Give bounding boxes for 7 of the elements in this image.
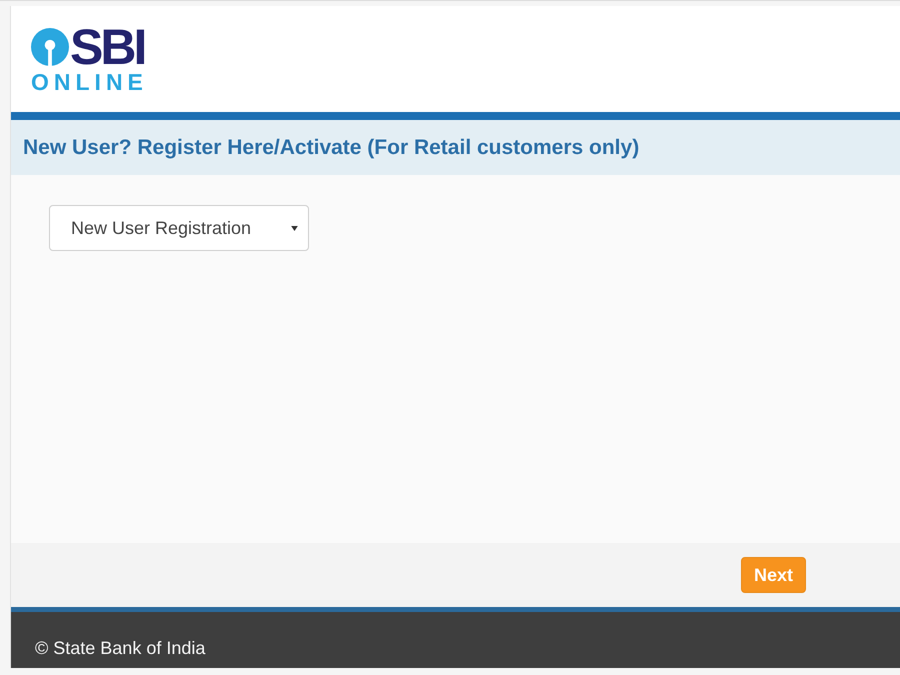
copyright-text: © State Bank of India bbox=[35, 636, 206, 658]
logo-tagline: ONLINE bbox=[31, 70, 148, 94]
logo-wordmark: SBI bbox=[70, 24, 144, 68]
registration-type-dropdown[interactable]: New User Registration bbox=[49, 205, 309, 251]
page-title: New User? Register Here/Activate (For Retail customers only) bbox=[23, 136, 640, 160]
keyhole-logo-icon bbox=[31, 28, 69, 66]
caret-icon bbox=[291, 226, 298, 230]
